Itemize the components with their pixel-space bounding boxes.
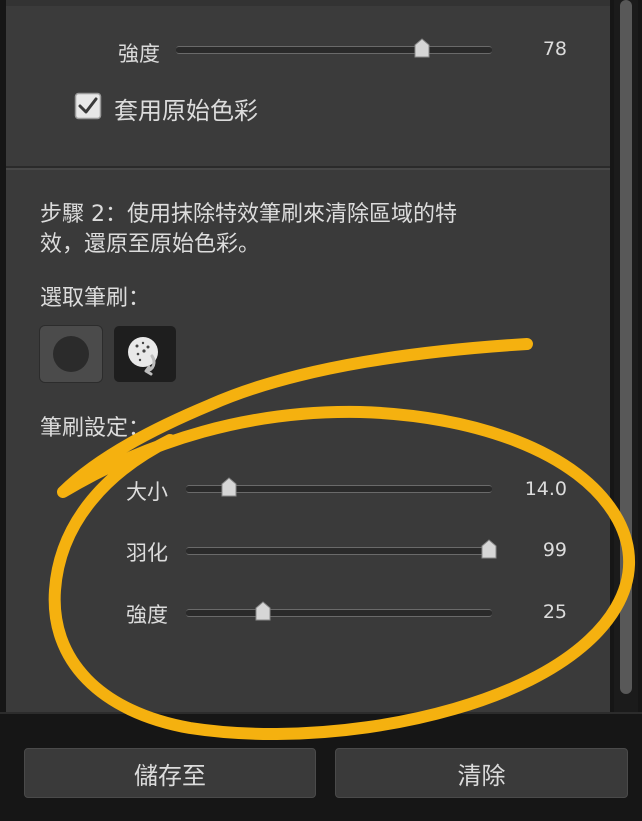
slider-thumb[interactable] — [221, 477, 237, 497]
save-to-button[interactable]: 儲存至 — [24, 748, 316, 798]
step2-instruction-line2: 效，還原至原始色彩。 — [40, 232, 261, 257]
brush-strength-slider[interactable] — [186, 601, 492, 622]
slider-thumb[interactable] — [255, 601, 271, 621]
brush-size-slider[interactable] — [186, 477, 492, 498]
apply-original-color-checkbox[interactable] — [74, 92, 102, 120]
brush-feather-value: 99 — [542, 539, 567, 561]
effect-strength-value: 78 — [542, 38, 567, 60]
slider-track — [186, 609, 492, 617]
round-brush-button[interactable] — [39, 325, 103, 383]
effect-section — [6, 0, 610, 170]
brush-strength-value: 25 — [542, 601, 567, 623]
brush-size-label: 大小 — [126, 480, 168, 504]
effect-brush-panel: 強度 78 套用原始色彩 步驟 2：使用抹除特效筆刷來清除區域的特 效，還原至原… — [0, 0, 642, 821]
brush-feather-slider[interactable] — [186, 539, 497, 560]
apply-original-color-label: 套用原始色彩 — [114, 97, 258, 125]
clear-button[interactable]: 清除 — [335, 748, 628, 798]
choose-brush-label: 選取筆刷： — [40, 286, 151, 311]
effect-strength-slider[interactable] — [176, 38, 492, 59]
eraser-brush-icon — [128, 337, 158, 376]
section-top-edge — [6, 0, 610, 6]
brush-settings-label: 筆刷設定： — [40, 416, 151, 441]
slider-thumb[interactable] — [414, 38, 430, 58]
slider-track — [176, 46, 492, 54]
brush-size-value: 14.0 — [524, 478, 567, 500]
step2-instruction-line1: 步驟 2：使用抹除特效筆刷來清除區域的特 — [40, 202, 457, 227]
round-brush-icon — [53, 336, 89, 372]
scrollbar-thumb[interactable] — [620, 0, 632, 694]
brush-strength-label: 強度 — [126, 603, 168, 627]
effect-strength-label: 強度 — [118, 42, 160, 66]
brush-feather-label: 羽化 — [126, 541, 168, 565]
slider-track — [186, 547, 492, 555]
eraser-brush-button[interactable] — [113, 325, 177, 383]
slider-thumb[interactable] — [481, 539, 497, 559]
